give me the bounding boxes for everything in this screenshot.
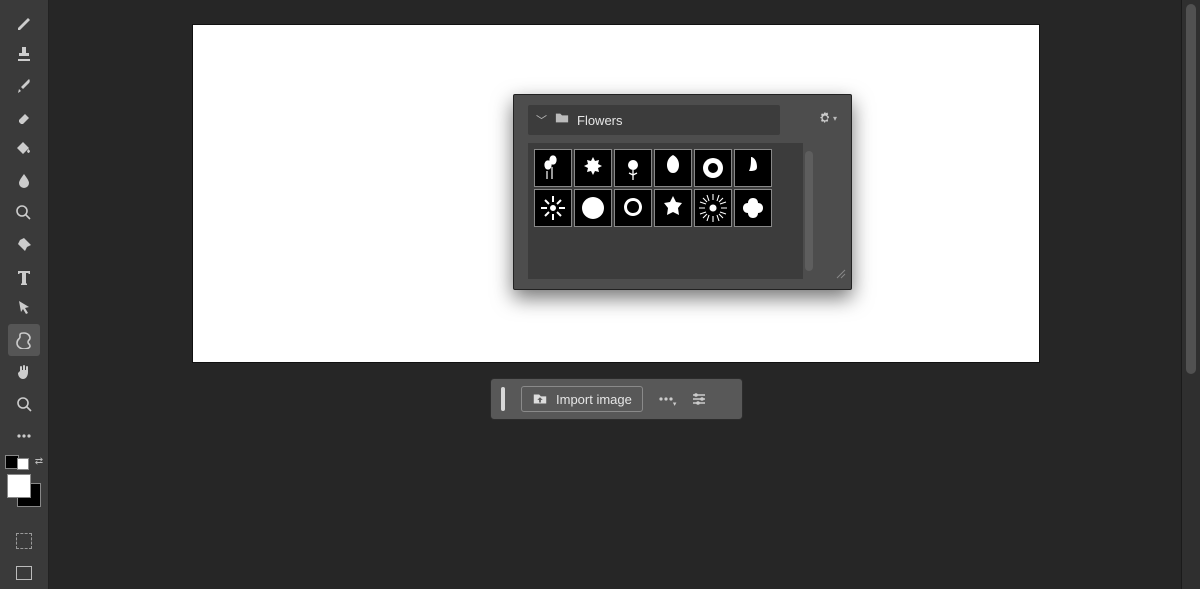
pen-tool[interactable] bbox=[8, 229, 40, 261]
hand-icon bbox=[15, 363, 33, 381]
pencil-icon bbox=[15, 13, 33, 31]
shape-flower-sprig[interactable] bbox=[574, 149, 612, 187]
pencil-tool[interactable] bbox=[8, 6, 40, 38]
flower-rose-icon bbox=[618, 193, 648, 223]
more-caret-icon: ▾ bbox=[673, 400, 677, 408]
shapes-grid bbox=[534, 149, 797, 227]
text-tool[interactable] bbox=[8, 261, 40, 293]
shape-tool[interactable] bbox=[8, 324, 40, 356]
search-icon bbox=[15, 395, 33, 413]
color-swatches[interactable] bbox=[7, 474, 41, 508]
more-tool[interactable] bbox=[8, 420, 40, 452]
shapes-folder-label: Flowers bbox=[577, 113, 623, 128]
flower-stems-icon bbox=[538, 193, 568, 223]
shape-flower-tulip[interactable] bbox=[734, 149, 772, 187]
stamp-tool[interactable] bbox=[8, 38, 40, 70]
mini-background-swatch bbox=[17, 458, 29, 470]
brush-tool[interactable] bbox=[8, 70, 40, 102]
shapes-panel: ﹀ Flowers ▾ bbox=[513, 94, 852, 290]
shape-flower-rose[interactable] bbox=[614, 189, 652, 227]
screen-mode-tool[interactable] bbox=[8, 557, 40, 589]
flower-lily-icon bbox=[658, 153, 688, 183]
flower-succulent-icon bbox=[738, 193, 768, 223]
shape-flower-lotus[interactable] bbox=[574, 189, 612, 227]
shape-flower-camellia[interactable] bbox=[654, 189, 692, 227]
bucket-icon bbox=[15, 140, 33, 158]
chevron-down-icon: ﹀ bbox=[536, 112, 547, 128]
lollipop-icon bbox=[15, 204, 33, 222]
adjustments-button[interactable] bbox=[690, 390, 708, 408]
drop-icon bbox=[15, 172, 33, 190]
shape-flower-daisy[interactable] bbox=[694, 189, 732, 227]
shapes-grid-container bbox=[528, 143, 803, 279]
shapes-folder-header[interactable]: ﹀ Flowers bbox=[528, 105, 780, 135]
foreground-swatch[interactable] bbox=[7, 474, 31, 498]
panel-scrollbar[interactable] bbox=[805, 151, 815, 271]
pointer-icon bbox=[15, 299, 33, 317]
import-image-label: Import image bbox=[556, 392, 632, 407]
context-toolbar: Import image ▾ bbox=[490, 378, 743, 420]
hand-tool[interactable] bbox=[8, 356, 40, 388]
default-swatch-mini[interactable]: ⇄ bbox=[5, 454, 43, 470]
flower-cluster-icon bbox=[618, 153, 648, 183]
quick-mask-icon bbox=[16, 533, 32, 549]
shape-flower-lily[interactable] bbox=[654, 149, 692, 187]
gear-caret-icon: ▾ bbox=[833, 114, 837, 123]
text-icon bbox=[15, 268, 33, 286]
flower-lotus-icon bbox=[578, 193, 608, 223]
shape-flower-succulent[interactable] bbox=[734, 189, 772, 227]
bucket-tool[interactable] bbox=[8, 133, 40, 165]
panel-resize-handle[interactable] bbox=[835, 267, 847, 285]
eraser-tool[interactable] bbox=[8, 101, 40, 133]
import-image-icon bbox=[532, 391, 548, 407]
dots-icon bbox=[15, 427, 33, 445]
resize-icon bbox=[835, 268, 847, 280]
flower-camellia-icon bbox=[658, 193, 688, 223]
dodge-tool[interactable] bbox=[8, 197, 40, 229]
folder-icon bbox=[555, 111, 569, 130]
shape-flower-cluster[interactable] bbox=[614, 149, 652, 187]
sliders-icon bbox=[690, 390, 708, 408]
pen-icon bbox=[15, 236, 33, 254]
vertical-scrollbar[interactable] bbox=[1181, 0, 1200, 589]
quick-mask-tool[interactable] bbox=[8, 525, 40, 557]
swap-colors-icon[interactable]: ⇄ bbox=[35, 456, 43, 467]
panel-options-button[interactable]: ▾ bbox=[818, 111, 837, 125]
blur-tool[interactable] bbox=[8, 165, 40, 197]
left-toolbar: ⇄ bbox=[0, 0, 49, 589]
brush-icon bbox=[15, 77, 33, 95]
pointer-tool[interactable] bbox=[8, 292, 40, 324]
flower-blossom-icon bbox=[698, 153, 728, 183]
drag-grip[interactable] bbox=[501, 387, 505, 411]
shape-flower-blossom[interactable] bbox=[694, 149, 732, 187]
flower-daisy-icon bbox=[698, 193, 728, 223]
blob-icon bbox=[15, 331, 33, 349]
flower-tulip-icon bbox=[738, 153, 768, 183]
shape-flower-stems[interactable] bbox=[534, 189, 572, 227]
shape-flower-bouquet[interactable] bbox=[534, 149, 572, 187]
screen-mode-icon bbox=[16, 566, 32, 580]
flower-bouquet-icon bbox=[538, 153, 568, 183]
zoom-tool[interactable] bbox=[8, 388, 40, 420]
gear-icon bbox=[818, 111, 832, 125]
flower-sprig-icon bbox=[578, 153, 608, 183]
eraser-icon bbox=[15, 108, 33, 126]
more-options-button[interactable]: ▾ bbox=[657, 390, 677, 408]
stamp-icon bbox=[15, 45, 33, 63]
import-image-button[interactable]: Import image bbox=[521, 386, 643, 412]
